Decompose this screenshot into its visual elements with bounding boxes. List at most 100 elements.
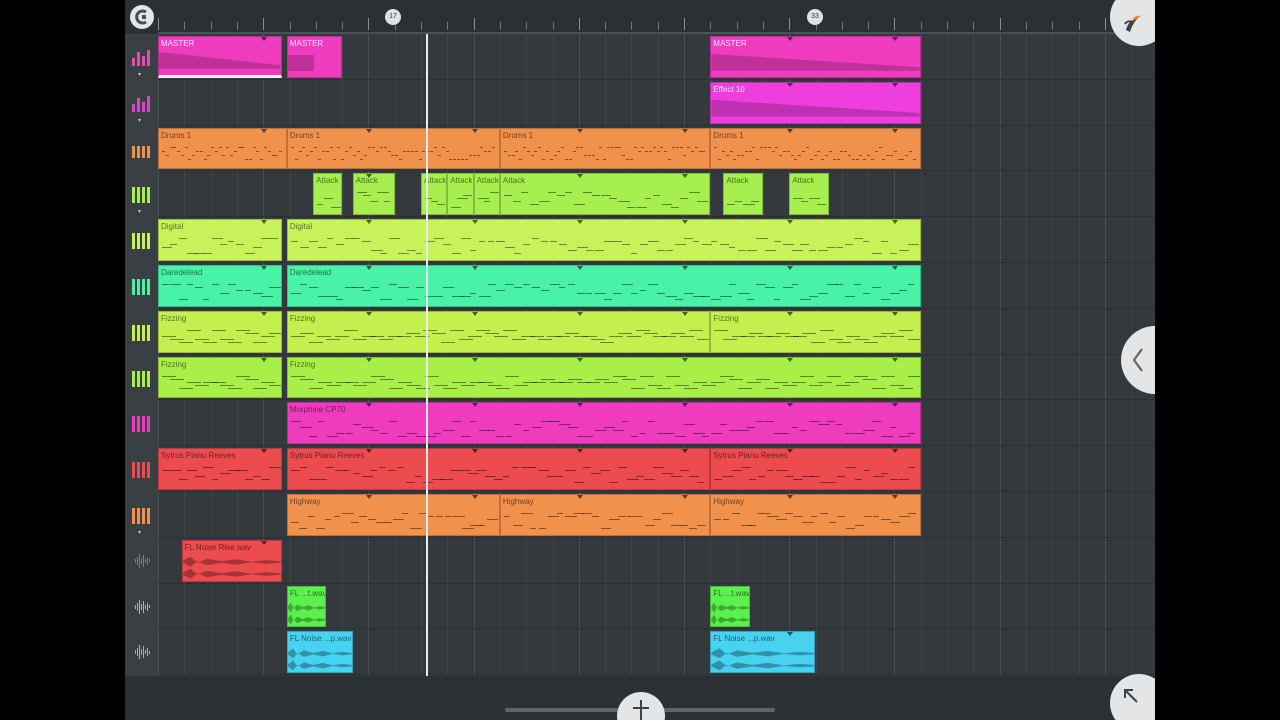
pattern-clip[interactable]: Attack: [447, 173, 474, 216]
note-mark: [697, 338, 710, 340]
note-mark: [477, 198, 489, 200]
note-mark: [352, 338, 367, 340]
pattern-clip[interactable]: Effect 10: [710, 81, 921, 124]
pattern-clip[interactable]: Drums 1: [158, 127, 287, 170]
pattern-clip[interactable]: Digital: [286, 219, 921, 261]
drum-pads-icon[interactable]: [132, 140, 152, 158]
note-mark: [547, 516, 559, 517]
pattern-clip[interactable]: Attack: [789, 173, 829, 216]
note-mark: [648, 284, 659, 285]
loop-marker: [892, 82, 899, 87]
pattern-clip[interactable]: FL Noise ...p.wav: [286, 631, 353, 674]
pattern-clip[interactable]: Fizzing: [158, 356, 282, 399]
pattern-clip[interactable]: Morphine CP70: [286, 402, 921, 445]
note-mark: [218, 146, 222, 148]
note-mark: [855, 338, 870, 340]
bar-marker-17[interactable]: 17: [385, 9, 401, 25]
track-expand-arrow-icon[interactable]: ▾: [138, 530, 141, 536]
note-mark: [886, 154, 890, 156]
note-mark: [162, 375, 176, 377]
note-mark: [502, 329, 517, 331]
pattern-clip[interactable]: Attack: [313, 173, 343, 216]
waveform-icon[interactable]: [132, 643, 152, 661]
pattern-clip[interactable]: Fizzing: [158, 310, 282, 353]
pattern-clip[interactable]: Attack: [421, 173, 448, 216]
pattern-clip[interactable]: Sytrus Pianu Reeves: [158, 448, 282, 490]
clip-label: FL Noise Rise.wav: [184, 542, 252, 552]
note-mark: [644, 198, 652, 200]
audio-waveform: [287, 660, 352, 671]
pattern-clip[interactable]: MASTER: [158, 36, 282, 78]
pattern-clip[interactable]: MASTER: [710, 36, 921, 78]
icon-bar: [142, 646, 144, 659]
waveform-icon[interactable]: [132, 552, 152, 570]
note-mark: [871, 287, 881, 288]
keyboard-icon[interactable]: [132, 506, 152, 524]
pattern-clip[interactable]: Sytrus Pianu Reeves: [710, 448, 921, 490]
note-mark: [433, 384, 448, 386]
pattern-clip[interactable]: Fizzing: [286, 310, 711, 353]
note-mark: [779, 154, 783, 156]
grid-track-divider: [158, 582, 1155, 584]
mixer-bars-icon[interactable]: [132, 94, 152, 112]
pattern-clip[interactable]: Daredelead: [286, 265, 921, 307]
note-mark: [711, 433, 722, 435]
note-mark: [388, 470, 396, 472]
pattern-clip[interactable]: MASTER: [286, 36, 343, 78]
pattern-clip[interactable]: Attack: [473, 173, 500, 216]
note-mark: [162, 335, 176, 337]
pattern-clip[interactable]: Daredelead: [158, 265, 282, 307]
note-mark: [487, 384, 502, 386]
track-expand-arrow-icon[interactable]: ▾: [138, 209, 141, 215]
snap-button[interactable]: [130, 5, 154, 29]
ruler-tick: [710, 22, 712, 30]
bar-marker-33[interactable]: 33: [807, 9, 823, 25]
pattern-clip[interactable]: FL ...t.wav: [710, 585, 750, 628]
audio-waveform: [711, 648, 815, 659]
keyboard-icon[interactable]: [132, 277, 152, 295]
keyboard-icon[interactable]: [132, 231, 152, 250]
waveform-icon[interactable]: [132, 598, 152, 616]
pattern-clip[interactable]: Highway: [710, 494, 921, 536]
note-mark: [271, 154, 275, 156]
keyboard-icon[interactable]: [132, 414, 152, 433]
ruler-tick: [631, 22, 633, 30]
keyboard-icon[interactable]: [132, 323, 152, 341]
ruler-tick: [263, 18, 265, 30]
pattern-clip[interactable]: FL Noise Rise.wav: [181, 539, 282, 582]
pattern-clip[interactable]: FL ...t.wav: [286, 585, 327, 628]
pattern-clip[interactable]: Digital: [158, 219, 282, 261]
note-mark: [635, 329, 650, 331]
playhead[interactable]: [426, 34, 428, 676]
note-mark: [749, 525, 757, 526]
track-expand-arrow-icon[interactable]: ▾: [138, 118, 141, 124]
keyboard-icon[interactable]: [132, 460, 152, 479]
pattern-clip[interactable]: Sytrus Pianu Reeves: [286, 448, 711, 490]
pattern-clip[interactable]: Fizzing: [286, 356, 921, 399]
pattern-clip[interactable]: Attack: [723, 173, 763, 216]
pattern-clip[interactable]: Drums 1: [286, 127, 500, 170]
keyboard-icon[interactable]: [132, 369, 152, 387]
note-mark: [773, 241, 782, 243]
keyboard-icon[interactable]: [132, 185, 152, 204]
pattern-clip[interactable]: Highway: [499, 494, 711, 536]
pattern-clip[interactable]: Drums 1: [499, 127, 711, 170]
pattern-clip[interactable]: Attack: [352, 173, 395, 216]
note-mark: [203, 158, 207, 160]
note-mark: [484, 150, 488, 152]
note-mark: [325, 519, 332, 520]
icon-bar: [147, 187, 150, 204]
timeline-ruler[interactable]: 17 33: [125, 0, 1155, 34]
pattern-clip[interactable]: Fizzing: [710, 310, 921, 353]
pattern-clip[interactable]: Drums 1: [710, 127, 921, 170]
pattern-clip[interactable]: FL Noise ...p.wav: [710, 631, 816, 674]
note-mark: [801, 201, 808, 203]
pattern-clip[interactable]: Highway: [286, 494, 500, 536]
mixer-bars-icon[interactable]: [132, 48, 152, 66]
note-mark: [487, 519, 499, 520]
track-expand-arrow-icon[interactable]: ▾: [138, 72, 141, 78]
note-mark: [662, 473, 673, 475]
note-mark: [791, 284, 799, 285]
arrangement-grid[interactable]: MASTER MASTER MASTER Effect 10 Drums 1 Drums …: [158, 34, 1155, 676]
pattern-clip[interactable]: Attack: [499, 173, 711, 216]
